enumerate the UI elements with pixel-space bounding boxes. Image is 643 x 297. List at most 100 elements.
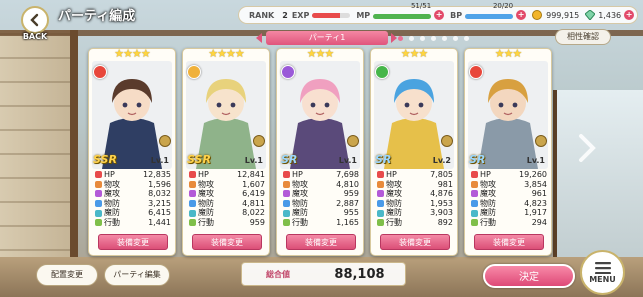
party-tab[interactable]: パーティ1	[266, 31, 388, 45]
stat-row: 行動 1,165	[283, 218, 359, 228]
stat-value: 1,917	[524, 208, 547, 218]
stat-value: 955	[343, 208, 359, 218]
bp-meter: 20/20	[465, 2, 514, 19]
next-party-arrow-icon[interactable]	[391, 33, 397, 43]
rank-value: 2	[282, 10, 288, 20]
unit-card[interactable]: ★★★ SR Lv.1 HP 7,698 物攻 4,810 魔攻 959 物防 …	[276, 47, 364, 256]
rarity-stars: ★★★★	[208, 47, 244, 60]
stat-name: HP	[292, 170, 303, 179]
unit-card[interactable]: ★★★★ SSR Lv.1 HP 12,835 物攻 1,596 魔攻 8,03…	[88, 47, 176, 256]
back-arrow-icon	[21, 5, 49, 34]
total-label: 総合値	[266, 269, 290, 279]
stat-name: 魔防	[480, 208, 496, 218]
stat-row: HP 12,841	[189, 170, 265, 180]
stat-value: 961	[531, 189, 547, 199]
stat-row: 物攻 4,810	[283, 180, 359, 190]
page-dot[interactable]	[398, 36, 403, 41]
bp-recover-button[interactable]: +	[516, 10, 527, 20]
stat-row: 魔防 3,903	[377, 208, 453, 218]
stat-row: 魔防 6,415	[95, 208, 171, 218]
stat-name: 物攻	[292, 179, 308, 189]
stat-row: HP 7,698	[283, 170, 359, 180]
unit-card[interactable]: ★★★ SR Lv.1 HP 19,260 物攻 3,854 魔攻 961 物防…	[464, 47, 552, 256]
stat-value: 1,596	[148, 179, 171, 189]
page-title: パーティ編成	[58, 9, 136, 24]
back-label: BACK	[22, 31, 48, 41]
stat-value: 3,854	[524, 179, 547, 189]
bp-value: 20/20	[492, 2, 514, 10]
unit-level: Lv.2	[432, 156, 451, 165]
stat-icon	[189, 200, 196, 208]
bp-label: BP	[450, 10, 463, 20]
stat-value: 981	[437, 179, 453, 189]
stat-row: 物防 4,811	[189, 199, 265, 209]
gem-value: 1,436	[598, 10, 622, 20]
stat-name: 行動	[198, 217, 214, 227]
mp-recover-button[interactable]: +	[434, 10, 445, 20]
mp-label: MP	[356, 10, 371, 20]
player-status-bar: RANK 2 EXP MP 51/51 + BP 20/20 + 999,915…	[238, 2, 638, 24]
stat-row: 行動 959	[189, 218, 265, 228]
stat-name: HP	[480, 170, 491, 179]
hamburger-icon	[594, 261, 611, 274]
stat-row: 魔防 8,022	[189, 208, 265, 218]
weapon-type-icon	[347, 135, 359, 147]
stat-icon	[471, 190, 478, 198]
page-dot[interactable]	[420, 36, 425, 41]
stat-name: 物攻	[198, 179, 214, 189]
weapon-type-icon	[441, 135, 453, 147]
stat-icon	[377, 209, 384, 217]
stat-icon	[377, 219, 384, 227]
next-page-arrow-icon[interactable]	[578, 134, 596, 162]
stat-name: 物防	[480, 198, 496, 208]
stat-icon	[95, 219, 102, 227]
stat-value: 8,032	[148, 189, 171, 199]
unit-card[interactable]: ★★★ SR Lv.2 HP 7,805 物攻 981 魔攻 4,876 物防 …	[370, 47, 458, 256]
placement-change-button[interactable]: 配置変更	[36, 264, 98, 286]
element-icon	[187, 65, 201, 79]
page-dot[interactable]	[453, 36, 458, 41]
party-edit-button[interactable]: パーティ編集	[104, 264, 170, 286]
rarity-stars: ★★★	[400, 47, 429, 60]
stat-name: HP	[386, 170, 397, 179]
stat-name: 物攻	[480, 179, 496, 189]
stat-icon	[189, 190, 196, 198]
equip-change-button[interactable]: 装備変更	[98, 234, 168, 250]
party-page-indicator	[398, 36, 469, 41]
page-dot[interactable]	[442, 36, 447, 41]
equip-change-button[interactable]: 装備変更	[380, 234, 450, 250]
rarity-stars: ★★★	[306, 47, 335, 60]
stat-value: 3,903	[430, 208, 453, 218]
gold-coin-icon	[532, 10, 543, 20]
prev-party-arrow-icon[interactable]	[256, 33, 262, 43]
gem-purchase-button[interactable]: +	[624, 10, 635, 20]
total-value: 88,108	[334, 266, 385, 282]
mp-value: 51/51	[410, 2, 432, 10]
stat-value: 8,022	[242, 208, 265, 218]
confirm-button[interactable]: 決定	[483, 264, 575, 288]
stat-icon	[377, 190, 384, 198]
equip-change-button[interactable]: 装備変更	[192, 234, 262, 250]
stat-row: 魔攻 8,032	[95, 189, 171, 199]
stat-value: 4,876	[430, 189, 453, 199]
stat-value: 19,260	[519, 170, 547, 179]
weapon-type-icon	[159, 135, 171, 147]
stat-value: 1,165	[336, 217, 359, 227]
compatibility-button[interactable]: 相性確認	[555, 29, 611, 45]
unit-card[interactable]: ★★★★ SSR Lv.1 HP 12,841 物攻 1,607 魔攻 6,41…	[182, 47, 270, 256]
page-dot[interactable]	[431, 36, 436, 41]
mp-meter: 51/51	[373, 2, 432, 19]
stat-icon	[95, 180, 102, 188]
element-icon	[93, 65, 107, 79]
stat-row: HP 12,835	[95, 170, 171, 180]
back-button[interactable]: BACK	[14, 4, 56, 42]
page-dot[interactable]	[464, 36, 469, 41]
element-icon	[281, 65, 295, 79]
equip-change-button[interactable]: 装備変更	[474, 234, 544, 250]
bp-gauge-fill	[465, 14, 514, 19]
menu-button[interactable]: MENU	[580, 250, 625, 295]
stat-row: HP 19,260	[471, 170, 547, 180]
stat-icon	[283, 180, 290, 188]
equip-change-button[interactable]: 装備変更	[286, 234, 356, 250]
page-dot[interactable]	[409, 36, 414, 41]
